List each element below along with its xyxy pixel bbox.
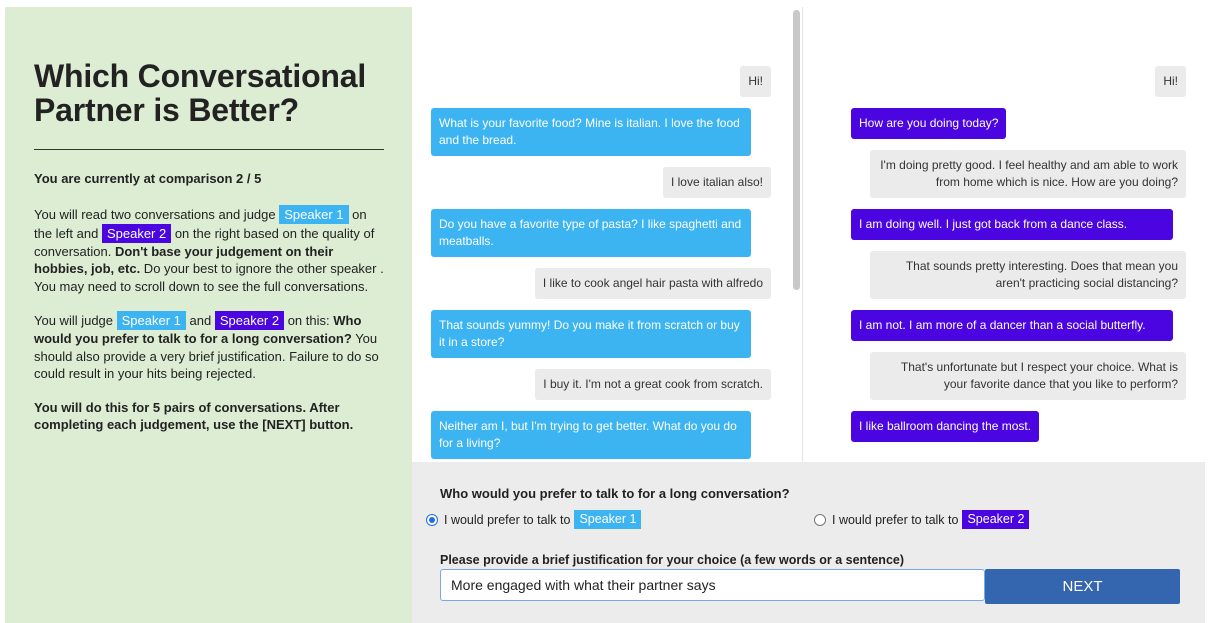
- speaker-1-badge: Speaker 1: [279, 204, 349, 224]
- choice-label: I would prefer to talk to: [832, 512, 959, 527]
- user-message: That's unfortunate but I respect your ch…: [870, 352, 1186, 400]
- speaker-1-badge: Speaker 1: [574, 510, 642, 529]
- bot-message: I like ballroom dancing the most.: [851, 411, 1040, 442]
- user-message: I love italian also!: [662, 167, 771, 198]
- conversation-pane-speaker-2[interactable]: Hi! How are you doing today? I'm doing pre…: [802, 7, 1205, 462]
- next-button[interactable]: NEXT: [985, 569, 1180, 604]
- progress-text: You are currently at comparison 2 / 5: [34, 171, 262, 186]
- conversation-pane-speaker-1[interactable]: Hi! What is your favorite food? Mine is i…: [412, 7, 790, 462]
- bot-message: That sounds yummy! Do you make it from s…: [431, 310, 751, 358]
- speaker-2-badge: Speaker 2: [101, 223, 172, 243]
- user-message: I buy it. I'm not a great cook from scra…: [535, 369, 771, 400]
- speaker-2-badge: Speaker 2: [214, 311, 285, 330]
- instr-text: and: [185, 313, 215, 328]
- bot-message: I am not. I am more of a dancer than a s…: [851, 310, 1173, 341]
- justification-input[interactable]: [440, 569, 985, 601]
- instructions-paragraph-1: You will read two conversations and judg…: [34, 204, 384, 296]
- instr-bold-text: You will do this for 5 pairs of conversa…: [34, 399, 354, 433]
- speaker-2-badge: Speaker 2: [962, 510, 1030, 529]
- instructions-paragraph-3: You will do this for 5 pairs of conversa…: [34, 399, 384, 434]
- instructions-paragraph-2: You will judge Speaker 1 and Speaker 2 o…: [34, 311, 384, 383]
- speaker-1-badge: Speaker 1: [116, 311, 186, 330]
- page-title: Which Conversational Partner is Better?: [34, 58, 367, 128]
- bot-message: Neither am I, but I'm trying to get bett…: [431, 411, 751, 459]
- user-message: Hi!: [740, 66, 771, 97]
- user-message: I'm doing pretty good. I feel healthy an…: [870, 150, 1186, 198]
- conversation-scrollbar[interactable]: [793, 10, 800, 290]
- instr-text: You will read two conversations and judg…: [34, 206, 280, 222]
- choice-label: I would prefer to talk to: [444, 512, 571, 527]
- bot-message: I am doing well. I just got back from a …: [851, 209, 1173, 240]
- user-message: I like to cook angel hair pasta with alf…: [534, 268, 771, 299]
- user-message: Hi!: [1155, 66, 1186, 97]
- choice-speaker-1[interactable]: I would prefer to talk to Speaker 1: [426, 510, 642, 529]
- form-question: Who would you prefer to talk to for a lo…: [440, 486, 790, 501]
- message-list: Hi! What is your favorite food? Mine is i…: [412, 66, 790, 462]
- bot-message: How are you doing today?: [851, 108, 1007, 139]
- response-form: Who would you prefer to talk to for a lo…: [412, 462, 1205, 623]
- user-message: That sounds pretty interesting. Does tha…: [870, 251, 1186, 299]
- hit-page: Which Conversational Partner is Better? …: [0, 0, 1211, 623]
- radio-unselected-icon[interactable]: [814, 513, 826, 526]
- title-divider: [34, 149, 384, 150]
- bot-message: Do you have a favorite type of pasta? I …: [431, 209, 751, 257]
- justification-label: Please provide a brief justification for…: [440, 553, 905, 567]
- message-list: Hi! How are you doing today? I'm doing pre…: [803, 66, 1205, 453]
- instr-text: on this:: [284, 313, 334, 328]
- instr-text: You will judge: [34, 313, 117, 328]
- choice-speaker-2[interactable]: I would prefer to talk to Speaker 2: [814, 510, 1030, 529]
- instructions-panel: Which Conversational Partner is Better? …: [5, 7, 412, 623]
- radio-selected-icon[interactable]: [426, 513, 438, 526]
- bot-message: What is your favorite food? Mine is ital…: [431, 108, 751, 156]
